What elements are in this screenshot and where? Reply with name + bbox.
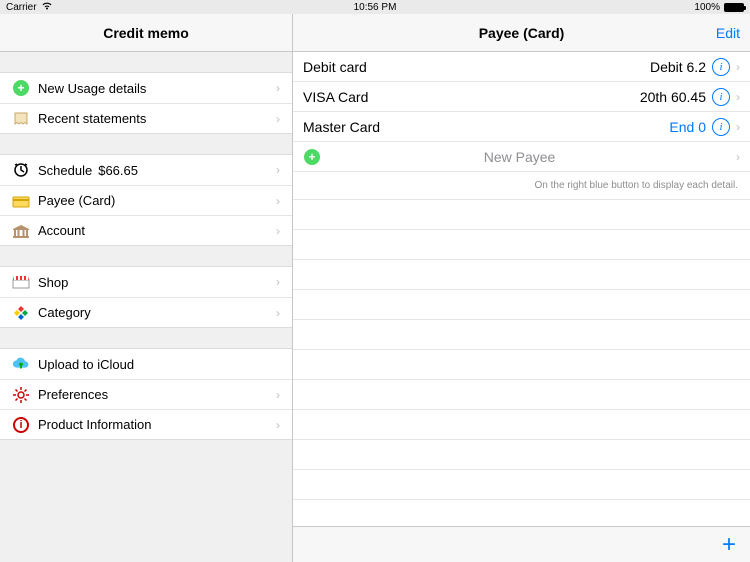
row-label: Product Information [38, 417, 276, 432]
empty-row [293, 320, 750, 350]
new-payee-label: New Payee [303, 149, 736, 165]
row-shop[interactable]: Shop › [0, 267, 292, 297]
row-new-usage[interactable]: + New Usage details › [0, 73, 292, 103]
toolbar: + [293, 526, 750, 562]
row-product-info[interactable]: i Product Information › [0, 409, 292, 439]
add-button[interactable]: + [722, 531, 736, 559]
row-category[interactable]: Category › [0, 297, 292, 327]
row-payee-card[interactable]: Payee (Card) › [0, 185, 292, 215]
row-upload-icloud[interactable]: Upload to iCloud [0, 349, 292, 379]
payee-row-visa[interactable]: VISA Card 20th 60.45 i › [293, 82, 750, 112]
chevron-right-icon: › [276, 418, 280, 432]
row-label: Payee (Card) [38, 193, 276, 208]
bank-icon [12, 222, 30, 240]
row-preferences[interactable]: Preferences › [0, 379, 292, 409]
empty-row [293, 290, 750, 320]
carrier-label: Carrier [6, 2, 37, 13]
new-payee-row[interactable]: + New Payee › [293, 142, 750, 172]
row-account[interactable]: Account › [0, 215, 292, 245]
info-circle-icon[interactable]: i [712, 58, 730, 76]
empty-row [293, 440, 750, 470]
detail-nav: Payee (Card) Edit [293, 14, 750, 52]
battery-percent: 100% [694, 2, 720, 13]
empty-row [293, 380, 750, 410]
payee-label: Debit card [303, 59, 650, 75]
chevron-right-icon: › [276, 306, 280, 320]
chevron-right-icon: › [276, 163, 280, 177]
row-label: Category [38, 305, 276, 320]
payee-label: VISA Card [303, 89, 640, 105]
shop-icon [12, 273, 30, 291]
empty-row [293, 230, 750, 260]
payee-label: Master Card [303, 119, 669, 135]
row-label: Recent statements [38, 111, 276, 126]
detail-pane: Payee (Card) Edit Debit card Debit 6.2 i… [293, 14, 750, 562]
row-label: New Usage details [38, 81, 276, 96]
chevron-right-icon: › [276, 81, 280, 95]
info-icon: i [12, 416, 30, 434]
hint-text: On the right blue button to display each… [293, 172, 750, 200]
chevron-right-icon: › [276, 224, 280, 238]
info-circle-icon[interactable]: i [712, 118, 730, 136]
sidebar-nav: Credit memo [0, 14, 292, 52]
payee-value: End 0 [669, 119, 706, 135]
row-recent-statements[interactable]: Recent statements › [0, 103, 292, 133]
payee-row-debit[interactable]: Debit card Debit 6.2 i › [293, 52, 750, 82]
chevron-right-icon: › [276, 194, 280, 208]
chevron-right-icon: › [736, 120, 740, 134]
row-label: Schedule$66.65 [38, 163, 276, 178]
empty-row [293, 200, 750, 230]
edit-button[interactable]: Edit [716, 25, 740, 41]
row-schedule[interactable]: Schedule$66.65 › [0, 155, 292, 185]
row-label: Shop [38, 275, 276, 290]
chevron-right-icon: › [276, 112, 280, 126]
payee-value: Debit 6.2 [650, 59, 706, 75]
payee-value: 20th 60.45 [640, 89, 706, 105]
row-label: Upload to iCloud [38, 357, 280, 372]
row-label: Account [38, 223, 276, 238]
gear-icon [12, 386, 30, 404]
sidebar: Credit memo + New Usage details › Recent… [0, 14, 293, 562]
wifi-icon [41, 1, 53, 13]
empty-row [293, 410, 750, 440]
schedule-value: $66.65 [98, 163, 138, 178]
chevron-right-icon: › [736, 90, 740, 104]
info-circle-icon[interactable]: i [712, 88, 730, 106]
chevron-right-icon: › [276, 275, 280, 289]
status-time: 10:56 PM [354, 2, 397, 13]
cloud-upload-icon [12, 355, 30, 373]
empty-row [293, 260, 750, 290]
battery-icon [724, 3, 744, 12]
chevron-right-icon: › [736, 150, 740, 164]
clock-icon [12, 161, 30, 179]
chevron-right-icon: › [736, 60, 740, 74]
detail-title: Payee (Card) [479, 25, 565, 41]
scroll-icon [12, 110, 30, 128]
status-bar: Carrier 10:56 PM 100% [0, 0, 750, 14]
plus-icon: + [12, 79, 30, 97]
category-icon [12, 304, 30, 322]
empty-row [293, 470, 750, 500]
row-label: Preferences [38, 387, 276, 402]
card-icon [12, 192, 30, 210]
chevron-right-icon: › [276, 388, 280, 402]
payee-row-master[interactable]: Master Card End 0 i › [293, 112, 750, 142]
empty-row [293, 350, 750, 380]
sidebar-title: Credit memo [103, 25, 189, 41]
